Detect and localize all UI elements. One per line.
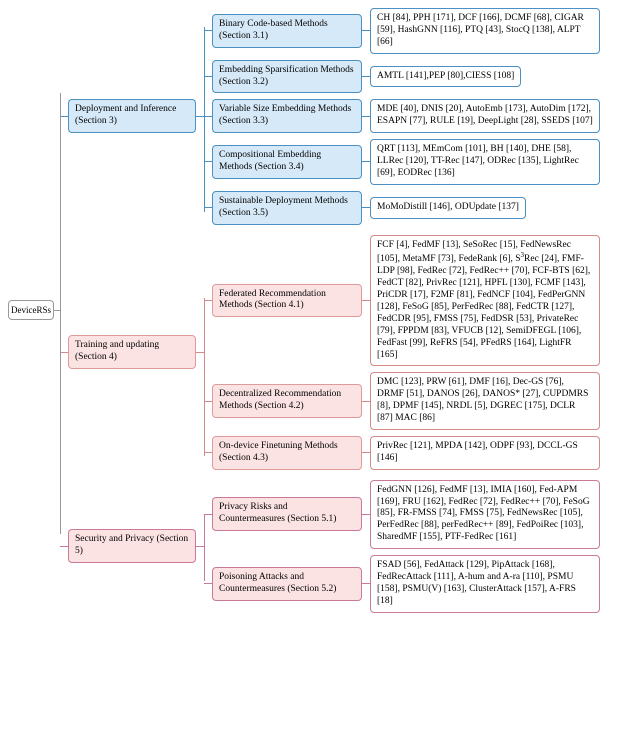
subsection-node: Decentralized Recommendation Methods (Se… [212,384,362,418]
subsection-row: Federated Recommendation Methods (Sectio… [204,235,600,367]
connector [60,93,61,534]
taxonomy-tree: DeviceRSs Deployment and Inference (Sect… [8,8,632,613]
connector [204,161,212,162]
fork: Federated Recommendation Methods (Sectio… [204,235,600,470]
connector [362,161,370,162]
subsection-node: Privacy Risks and Countermeasures (Secti… [212,497,362,531]
section-training: Training and updating (Section 4) Federa… [60,235,600,470]
connector [362,300,370,301]
connector [204,514,212,515]
leaf-node: MoMoDistill [146], ODUpdate [137] [370,197,526,219]
connector [204,207,212,208]
connector [60,352,68,353]
connector [204,27,205,211]
subsection-row: Binary Code-based Methods (Section 3.1) … [204,8,600,54]
connector [204,298,205,456]
main-fork: Deployment and Inference (Section 3) Bin… [60,8,600,613]
leaf-node: DMC [123], PRW [61], DMF [16], Dec-GS [7… [370,372,600,430]
leaf-node: FSAD [56], FedAttack [129], PipAttack [1… [370,555,600,613]
connector [362,583,370,584]
leaf-node: MDE [40], DNIS [20], AutoEmb [173], Auto… [370,99,600,133]
connector [362,452,370,453]
connector [204,452,212,453]
connector [196,546,204,547]
section-deployment: Deployment and Inference (Section 3) Bin… [60,8,600,225]
subsection-row: Compositional Embedding Methods (Section… [204,139,600,185]
subsection-node: Binary Code-based Methods (Section 3.1) [212,14,362,48]
connector [362,401,370,402]
connector [60,116,68,117]
subsection-row: Poisoning Attacks and Countermeasures (S… [204,555,600,613]
connector [196,352,204,353]
connector [362,514,370,515]
subsection-node: Variable Size Embedding Methods (Section… [212,99,362,133]
connector [362,76,370,77]
subsection-row: Decentralized Recommendation Methods (Se… [204,372,600,430]
leaf-node: PrivRec [121], MPDA [142], ODPF [93], DC… [370,436,600,470]
subsection-node: Compositional Embedding Methods (Section… [212,145,362,179]
connector [60,546,68,547]
subsection-row: On-device Finetuning Methods (Section 4.… [204,436,600,470]
connector [204,300,212,301]
connector [204,514,205,580]
subsection-row: Variable Size Embedding Methods (Section… [204,99,600,133]
section-node: Deployment and Inference (Section 3) [68,99,196,133]
connector [204,401,212,402]
subsection-node: Embedding Sparsification Methods (Sectio… [212,60,362,94]
connector [204,116,212,117]
connector [362,116,370,117]
section-node: Training and updating (Section 4) [68,335,196,369]
subsection-node: Sustainable Deployment Methods (Section … [212,191,362,225]
subsection-node: Federated Recommendation Methods (Sectio… [212,284,362,318]
leaf-node: CH [84], PPH [171], DCF [166], DCMF [68]… [370,8,600,54]
fork: Privacy Risks and Countermeasures (Secti… [204,480,600,613]
subsection-node: On-device Finetuning Methods (Section 4.… [212,436,362,470]
section-security: Security and Privacy (Section 5) Privacy… [60,480,600,613]
connector [362,30,370,31]
leaf-node: QRT [113], MEmCom [101], BH [140], DHE [… [370,139,600,185]
subsection-row: Privacy Risks and Countermeasures (Secti… [204,480,600,549]
subsection-row: Embedding Sparsification Methods (Sectio… [204,60,600,94]
subsection-row: Sustainable Deployment Methods (Section … [204,191,600,225]
connector [204,30,212,31]
connector [362,207,370,208]
leaf-node: AMTL [141],PEP [80],CIESS [108] [370,66,521,88]
connector [196,116,204,117]
root-node: DeviceRSs [8,300,54,320]
subsection-node: Poisoning Attacks and Countermeasures (S… [212,567,362,601]
leaf-node: FedGNN [126], FedMF [13], IMIA [160], Fe… [370,480,600,549]
fork: Binary Code-based Methods (Section 3.1) … [204,8,600,225]
connector [204,76,212,77]
connector [204,583,212,584]
section-node: Security and Privacy (Section 5) [68,529,196,563]
leaf-node: FCF [4], FedMF [13], SeSoRec [15], FedNe… [370,235,600,367]
